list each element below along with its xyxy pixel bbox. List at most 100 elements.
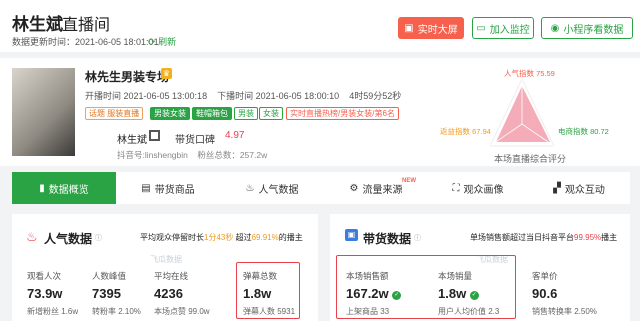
radar-interaction: 返益指数 67.94 bbox=[440, 127, 491, 136]
category-tag[interactable]: 男装女装 bbox=[150, 107, 190, 120]
page-title: 林生斌 bbox=[12, 15, 63, 34]
metric-sub: 新增粉丝 1.6w bbox=[27, 307, 79, 316]
cart-icon: ▤ bbox=[141, 182, 151, 194]
mini-program-icon: ◉ bbox=[550, 22, 560, 34]
radar-chart bbox=[489, 77, 555, 147]
qr-code-icon[interactable] bbox=[149, 130, 160, 141]
radar-caption: 本场直播综合评分 bbox=[494, 154, 567, 164]
tv-icon: ▣ bbox=[404, 22, 414, 34]
note-highlight: 99.95% bbox=[574, 233, 602, 242]
tab-popularity[interactable]: ♨ 人气数据 bbox=[220, 172, 324, 204]
tab-label: 数据概览 bbox=[48, 184, 89, 196]
realtime-screen-button[interactable]: ▣ 实时大屏 bbox=[398, 17, 464, 39]
note-highlight: 1分43秒 bbox=[204, 233, 234, 242]
refresh-label: 刷新 bbox=[158, 37, 177, 47]
metric-label: 人数峰值 bbox=[92, 271, 127, 281]
metric-value: 73.9w bbox=[27, 286, 63, 301]
refresh-icon: ⟳ bbox=[148, 37, 156, 47]
radar-popularity: 人气指数 75.59 bbox=[504, 69, 555, 78]
flame-icon: ♨ bbox=[245, 182, 255, 194]
popularity-title: 人气数据 bbox=[44, 232, 93, 246]
tab-traffic[interactable]: ⚙ 流量来源 bbox=[324, 172, 428, 204]
flame-icon: ♨ bbox=[26, 229, 38, 244]
sales-title: 带货数据 bbox=[363, 232, 412, 246]
chat-icon: ▞ bbox=[553, 182, 561, 194]
rank-tag[interactable]: 实时直播热榜/男装女装/第6名 bbox=[286, 107, 399, 120]
metric-sub: 本场点赞 99.0w bbox=[154, 307, 210, 316]
room-name[interactable]: 林先生男装专场 bbox=[85, 68, 169, 85]
tab-audience[interactable]: ⛶ 观众画像 bbox=[428, 172, 528, 204]
mini-program-button[interactable]: ◉ 小程序看数据 bbox=[541, 17, 633, 39]
metric-label: 弹幕总数 bbox=[243, 271, 278, 281]
metric-value: 1.8w ✓ bbox=[438, 286, 479, 301]
verified-icon: ✓ bbox=[392, 291, 402, 300]
tab-interaction[interactable]: ▞ 观众互动 bbox=[528, 172, 630, 204]
metric-label: 平均在线 bbox=[154, 271, 189, 281]
metric-label: 客单价 bbox=[532, 271, 558, 281]
category-tag[interactable]: 女装 bbox=[259, 107, 283, 120]
metric-label: 观看人次 bbox=[27, 271, 62, 281]
metric-sub: 弹幕人数 5931 bbox=[243, 307, 296, 316]
monitor-icon: ▭ bbox=[476, 22, 486, 34]
info-icon[interactable]: ⓘ bbox=[414, 233, 421, 243]
metric-label: 本场销售额 bbox=[346, 271, 389, 281]
flow-icon: ⚙ bbox=[349, 182, 359, 194]
note-highlight: 69.91% bbox=[251, 233, 279, 242]
note-text: 单场销售额超过当日抖音平台 bbox=[470, 233, 574, 242]
live-times: 开播时间 2021-06-05 13:00:18 下播时间 2021-06-05… bbox=[85, 89, 401, 102]
tab-label: 观众互动 bbox=[564, 184, 605, 196]
note-text: 超过 bbox=[235, 233, 252, 242]
metric-sub: 转粉率 2.10% bbox=[92, 307, 141, 316]
shopping-bag-icon: ▣ bbox=[345, 229, 358, 241]
tab-overview[interactable]: ▮ 数据概览 bbox=[12, 172, 116, 204]
sales-value: 167.2w bbox=[346, 286, 389, 301]
start-time: 开播时间 2021-06-05 13:00:18 bbox=[85, 91, 208, 101]
add-monitor-button[interactable]: ▭ 加入监控 bbox=[472, 17, 534, 39]
metric-value: 167.2w ✓ bbox=[346, 286, 402, 301]
tab-label: 带货商品 bbox=[154, 184, 195, 196]
praise-label: 带货口碑 bbox=[175, 135, 215, 146]
metric-sub: 销售转换率 2.50% bbox=[532, 307, 597, 316]
add-monitor-label: 加入监控 bbox=[489, 24, 530, 36]
praise-value: 4.97 bbox=[225, 130, 245, 141]
refresh-button[interactable]: ⟳ 刷新 bbox=[148, 35, 176, 48]
note-text: 平均观众停留时长 bbox=[140, 233, 204, 242]
sales-note: 单场销售额超过当日抖音平台99.95%播主 bbox=[470, 232, 617, 243]
metric-value: 4236 bbox=[154, 286, 183, 301]
new-badge: NEW bbox=[402, 178, 416, 184]
note-text: 的播主 bbox=[278, 233, 303, 242]
metric-value: 90.6 bbox=[532, 286, 558, 301]
update-time: 数据更新时间：2021-06-05 18:01:01 bbox=[12, 37, 159, 47]
douyin-id: 抖音号:linshengbin 粉丝总数：257.2w bbox=[117, 149, 267, 161]
mini-program-label: 小程序看数据 bbox=[563, 24, 624, 36]
info-icon[interactable]: ⓘ bbox=[95, 233, 102, 243]
tab-label: 流量来源 bbox=[362, 184, 403, 196]
score-radar: 人气指数 75.59 返益指数 67.94 电商指数 80.72 bbox=[432, 64, 612, 164]
radar-ecommerce: 电商指数 80.72 bbox=[558, 127, 609, 136]
tab-label: 观众画像 bbox=[463, 184, 504, 196]
metric-value: 7395 bbox=[92, 286, 121, 301]
watermark: 飞瓜数据 bbox=[150, 255, 182, 264]
metric-label: 本场销量 bbox=[438, 271, 473, 281]
realtime-screen-label: 实时大屏 bbox=[417, 24, 458, 36]
end-time: 下播时间 2021-06-05 18:00:10 bbox=[217, 91, 340, 101]
douyin-id-text: 抖音号:linshengbin bbox=[117, 150, 188, 160]
fans-count: 粉丝总数：257.2w bbox=[197, 150, 268, 160]
bar-chart-icon: ▮ bbox=[39, 182, 45, 194]
tab-products[interactable]: ▤ 带货商品 bbox=[116, 172, 220, 204]
host-name[interactable]: 林生斌 bbox=[117, 131, 147, 146]
category-tag[interactable]: 男装 bbox=[234, 107, 258, 120]
volume-value: 1.8w bbox=[438, 286, 467, 301]
metric-sub: 上架商品 33 bbox=[346, 307, 390, 316]
portrait-icon: ⛶ bbox=[452, 182, 460, 194]
popularity-note: 平均观众停留时长1分43秒 超过69.91%的播主 bbox=[140, 232, 303, 243]
verified-icon: ✓ bbox=[469, 291, 479, 300]
note-text: 播主 bbox=[601, 233, 618, 242]
metric-value: 1.8w bbox=[243, 286, 272, 301]
topic-tag[interactable]: 话题 服装直播 bbox=[85, 107, 144, 120]
category-tag[interactable]: 鞋帽箱包 bbox=[192, 107, 232, 120]
duration: 4时59分52秒 bbox=[349, 91, 402, 101]
room-cover-image[interactable] bbox=[12, 68, 75, 156]
radar-shape bbox=[496, 86, 550, 142]
tab-label: 人气数据 bbox=[258, 184, 299, 196]
